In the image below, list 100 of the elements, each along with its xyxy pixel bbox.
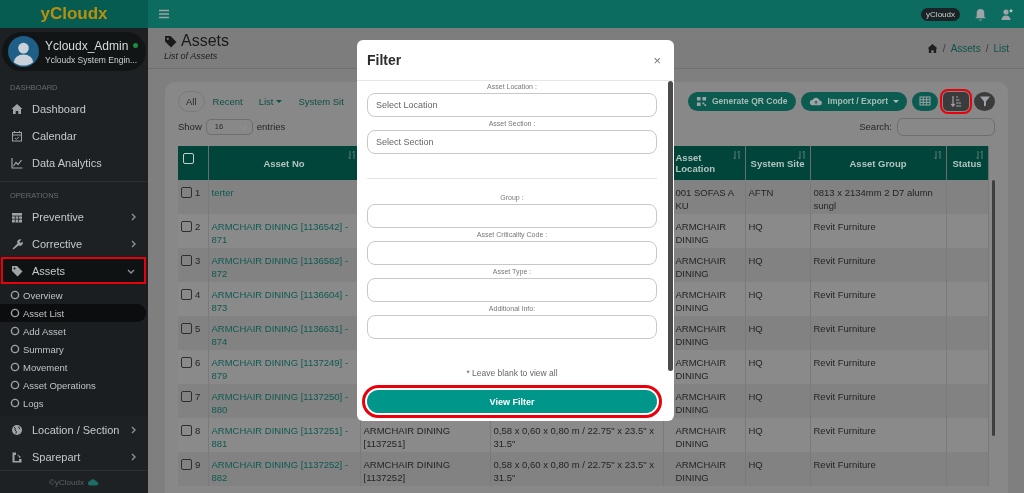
row-checkbox[interactable] — [181, 391, 192, 402]
filter-field[interactable]: Select Location — [367, 93, 657, 117]
column-header[interactable]: Asset Group — [810, 146, 946, 180]
table-cell: 0,58 x 0,60 x 0,80 m / 22.75" x 23.5" x 31.5" — [493, 425, 654, 449]
table-cell: HQ — [748, 459, 763, 470]
filter-field[interactable] — [367, 204, 657, 228]
table-cell: Revit Furniture — [813, 357, 876, 368]
table-cell: 001 SOFAS A KU — [675, 187, 734, 211]
sort-icon — [796, 150, 806, 160]
table-cell: HQ — [748, 323, 763, 334]
sidebar-item[interactable]: Dashboard — [0, 96, 148, 123]
table-cell: Revit Furniture — [813, 221, 876, 232]
home-icon — [11, 103, 23, 116]
calendar-icon — [11, 211, 23, 224]
dropdown-button[interactable]: Import / Export — [800, 91, 907, 111]
select-all-checkbox[interactable] — [183, 153, 194, 164]
scrollbar[interactable] — [668, 81, 673, 371]
user-card[interactable]: Ycloudx_Admin Ycloudx System Engin... — [2, 32, 146, 71]
submenu-item[interactable]: Movement — [0, 358, 148, 377]
sort-icon — [974, 150, 984, 160]
menu-icon — [158, 8, 170, 20]
icon-button[interactable] — [943, 91, 969, 111]
submenu-item[interactable]: Add Asset — [0, 322, 148, 341]
hint-text: * Leave blank to view all — [465, 368, 559, 378]
row-checkbox[interactable] — [181, 425, 192, 436]
icon-button[interactable] — [912, 91, 938, 111]
row-number: 8 — [195, 425, 201, 436]
row-number: 5 — [195, 323, 201, 334]
table-cell: ARMCHAIR DINING — [675, 289, 727, 313]
table-cell: ARMCHAIR DINING — [675, 425, 727, 449]
show-label: Show — [178, 121, 202, 132]
table-cell: ARMCHAIR DINING — [675, 255, 727, 279]
globe-icon — [11, 423, 23, 436]
sort-icon — [346, 150, 356, 160]
filter-field[interactable]: Select Section — [367, 130, 657, 154]
line-chart-icon — [11, 157, 23, 170]
tags-icon — [164, 34, 177, 48]
user-icon — [1001, 7, 1014, 21]
sidebar-item[interactable]: Assets — [1, 257, 146, 285]
avatar-icon — [8, 36, 39, 67]
table-cell: Revit Furniture — [813, 425, 876, 436]
brand-badge: yCloudx — [921, 7, 960, 21]
row-number: 7 — [195, 391, 201, 402]
column-header[interactable]: Asset No — [208, 146, 360, 180]
filter-field[interactable] — [367, 241, 657, 265]
table-cell: Revit Furniture — [813, 323, 876, 334]
table-cell: Revit Furniture — [813, 255, 876, 266]
circle-icon — [10, 344, 20, 355]
table-cell: ARMCHAIR DINING [1137252] — [363, 459, 451, 483]
scrollbar[interactable] — [991, 180, 995, 436]
circle-icon — [10, 398, 20, 409]
search-field[interactable] — [897, 117, 995, 136]
row-checkbox[interactable] — [181, 289, 192, 300]
cloud-upload-icon — [808, 95, 823, 107]
table-cell: HQ — [748, 357, 763, 368]
row-checkbox[interactable] — [181, 357, 192, 368]
toolbar-button[interactable]: Generate QR Code — [687, 91, 796, 111]
sort-icon — [932, 150, 942, 160]
circle-icon — [10, 290, 20, 301]
filter-field[interactable] — [367, 315, 657, 339]
row-number: 2 — [195, 221, 201, 232]
calendar-icon — [11, 130, 23, 143]
sidebar-item[interactable]: Preventive — [0, 203, 148, 231]
column-header[interactable]: Status — [946, 146, 988, 180]
table-cell: HQ — [748, 289, 763, 300]
submenu-item[interactable]: Summary — [0, 340, 148, 359]
row-checkbox[interactable] — [181, 187, 192, 198]
table-cell: HQ — [748, 255, 763, 266]
sidebar-item[interactable]: Calendar — [0, 122, 148, 150]
table-cell: ARMCHAIR DINING — [675, 323, 727, 347]
search-label: Search: — [859, 121, 892, 132]
icon-button[interactable] — [974, 91, 995, 111]
submenu-item[interactable]: Overview — [0, 286, 148, 305]
table-cell: AFTN — [748, 187, 774, 198]
user-role: Ycloudx System Engin... — [45, 54, 139, 65]
sidebar-item[interactable]: Corrective — [0, 230, 148, 258]
sidebar-item[interactable]: Location / Section — [0, 416, 148, 444]
row-checkbox[interactable] — [181, 221, 192, 232]
filter-field[interactable] — [367, 278, 657, 302]
table-cell: ARMCHAIR DINING [1137251] — [363, 425, 451, 449]
dialog-title: Filter — [367, 52, 402, 68]
table-cell: HQ — [748, 425, 763, 436]
sidebar-item[interactable]: Data Analytics — [0, 149, 148, 177]
bell-icon — [974, 7, 987, 21]
submenu-item[interactable]: Logs — [0, 394, 148, 413]
home-icon — [926, 42, 938, 54]
row-number: 1 — [195, 187, 201, 198]
breadcrumb-separator: / — [985, 42, 989, 54]
table-cell: ARMCHAIR DINING — [675, 391, 727, 415]
circle-icon — [10, 362, 20, 373]
wrench-icon — [11, 237, 23, 250]
row-checkbox[interactable] — [181, 255, 192, 266]
submenu-item[interactable]: Asset Operations — [0, 376, 148, 395]
row-checkbox[interactable] — [181, 459, 192, 470]
submenu-item[interactable]: Asset List — [0, 304, 146, 323]
close-button[interactable]: × — [650, 52, 664, 68]
row-checkbox[interactable] — [181, 323, 192, 334]
column-header[interactable]: System Site — [745, 146, 810, 180]
row-number: 9 — [195, 459, 201, 470]
sidebar-item[interactable]: Sparepart — [0, 443, 148, 470]
